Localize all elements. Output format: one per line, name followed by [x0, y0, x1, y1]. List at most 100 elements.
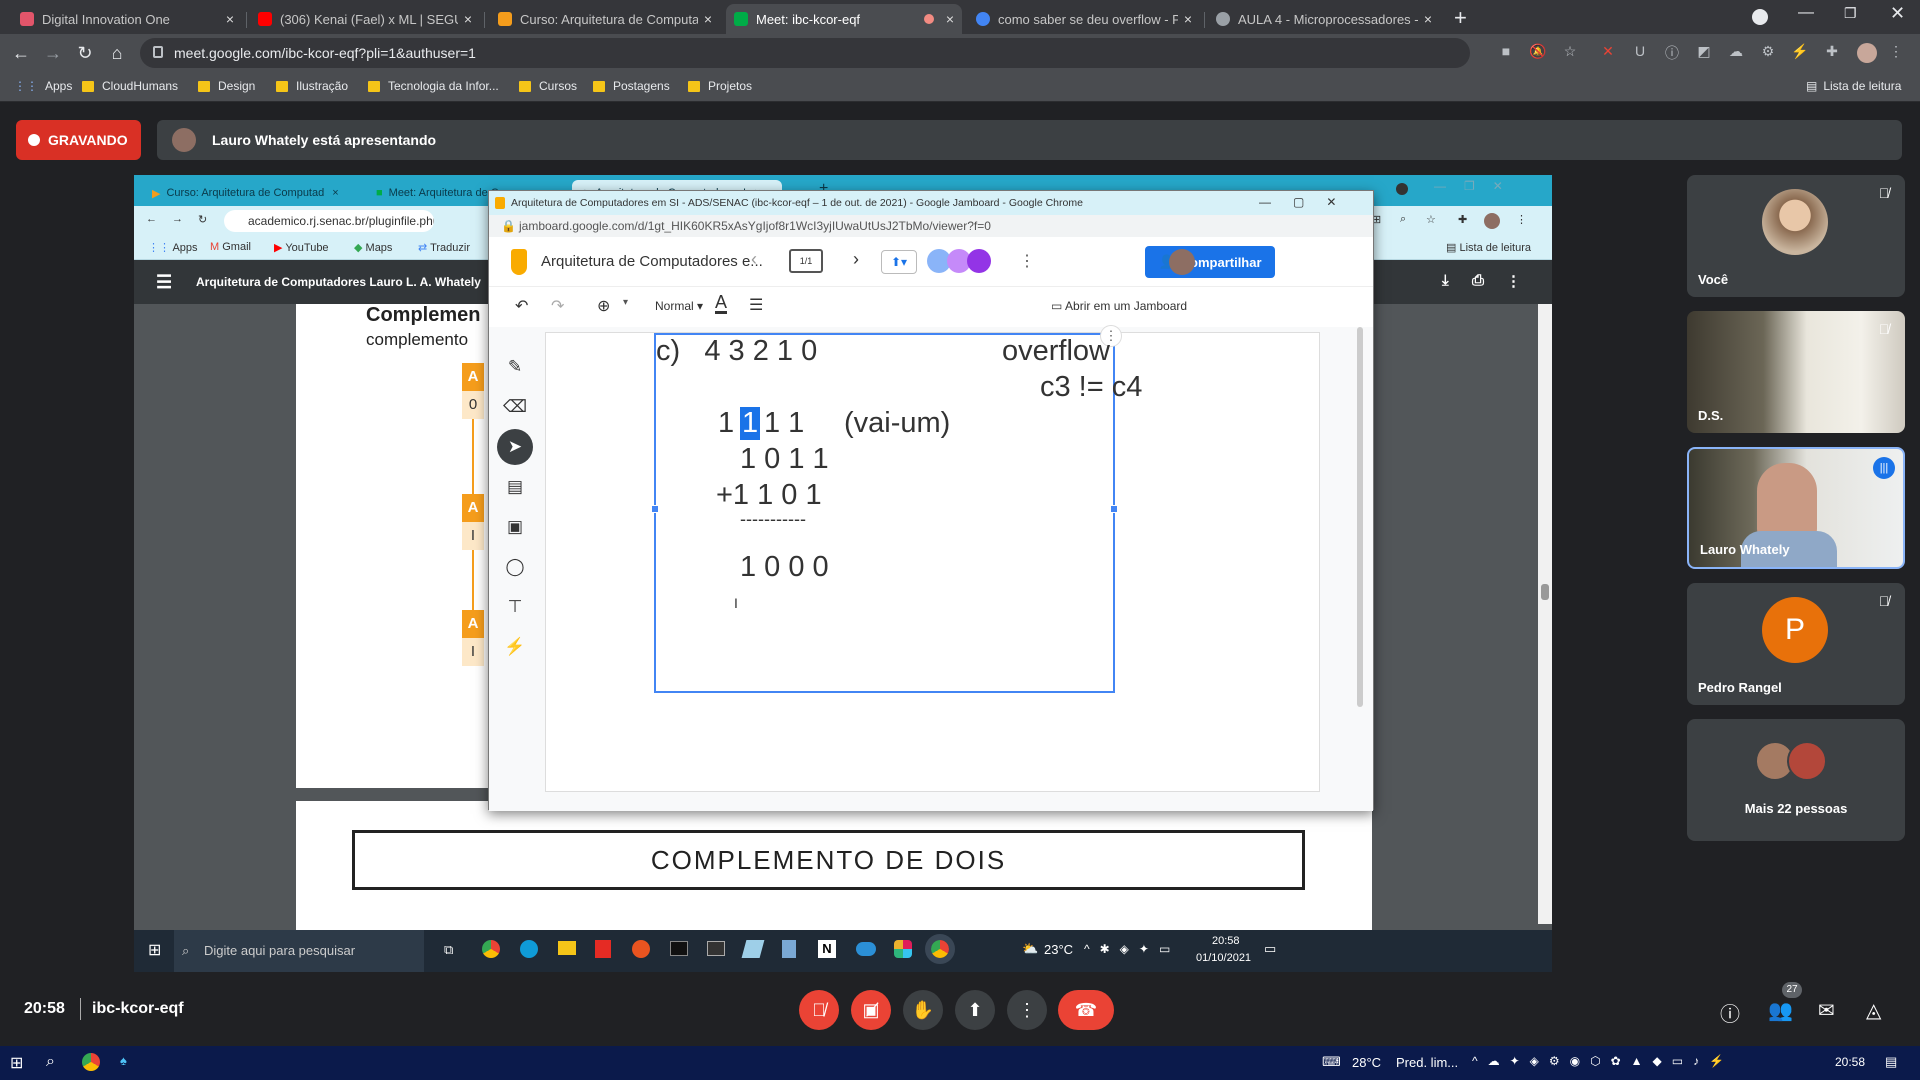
star-icon[interactable]: ☆ — [1561, 43, 1579, 61]
close-icon[interactable]: × — [704, 11, 712, 27]
close-icon[interactable]: × — [464, 11, 472, 27]
tab-overflow[interactable]: como saber se deu overflow - Pe × — [968, 4, 1200, 34]
home-icon[interactable]: ⌂ — [106, 43, 128, 64]
extension-icon[interactable]: ☁ — [1727, 43, 1745, 61]
download-icon: ⤓ — [1442, 272, 1449, 289]
moodle-icon — [498, 12, 512, 26]
meet-icon — [734, 12, 748, 26]
avatar — [1787, 741, 1827, 781]
close-icon[interactable]: × — [1184, 11, 1192, 27]
lock-icon: 🔒 — [501, 219, 516, 233]
kebab-menu-icon[interactable]: ⋮ — [1887, 43, 1905, 61]
profile-menu-icon[interactable] — [1752, 9, 1768, 25]
bookmark-youtube: ▶ YouTube — [274, 242, 329, 254]
align-icon: ☰ — [749, 297, 764, 314]
jamboard-logo-icon — [511, 249, 527, 275]
extension-icon[interactable]: ✕ — [1599, 43, 1617, 61]
participant-tile-you[interactable]: 🎙̸ Você — [1687, 175, 1905, 297]
bookmark-apps: ⋮⋮ Apps — [148, 242, 198, 254]
prev-frame-icon: ‹ — [751, 249, 757, 269]
record-dot-icon — [28, 134, 40, 146]
tray-icons: ^✱◈✦▭ — [1084, 942, 1181, 956]
reload-icon[interactable]: ↻ — [74, 43, 96, 64]
camera-toggle-button[interactable]: ▣̸ — [851, 990, 891, 1030]
more-options-button[interactable]: ⋮ — [1007, 990, 1047, 1030]
tab-meet[interactable]: Meet: ibc-kcor-eqf × — [726, 4, 962, 34]
participants-icon[interactable]: 👥 — [1768, 998, 1793, 1023]
notifications-off-icon[interactable]: 🔕 — [1529, 43, 1547, 61]
tray-icons: ^☁✦◈⚙◉⬡✿▲◆▭♪⚡ — [1472, 1054, 1735, 1068]
browser-tab-bar: Digital Innovation One × (306) Kenai (Fae… — [0, 0, 1920, 34]
raise-hand-button[interactable]: ✋ — [903, 990, 943, 1030]
tab-youtube[interactable]: (306) Kenai (Fael) x ML | SEGUND× — [250, 4, 480, 34]
window-controls: —❐✕ — [1434, 179, 1521, 193]
camera-icon[interactable]: ■ — [1497, 43, 1515, 61]
participants-count-badge: 27 — [1782, 982, 1802, 998]
extension-icon[interactable]: U — [1631, 43, 1649, 61]
eraser-icon: ⌫ — [502, 397, 528, 416]
menu-icon: ☰ — [156, 272, 173, 292]
bookmark-cursos[interactable]: Cursos — [519, 79, 577, 93]
participant-tile-lauro[interactable]: ||| Lauro Whately — [1687, 447, 1905, 569]
bookmarks-bar: ⋮⋮ Apps CloudHumans Design Ilustração Tec… — [0, 72, 1920, 102]
avatar: P — [1762, 597, 1828, 663]
mic-toggle-button[interactable]: 🎙̸ — [799, 990, 839, 1030]
ubuntu-icon — [632, 940, 650, 958]
extension-icon[interactable]: ⓘ — [1663, 43, 1681, 61]
extension-icon[interactable]: ⚡ — [1791, 43, 1809, 61]
mic-off-icon: 🎙̸ — [1878, 593, 1890, 609]
close-icon[interactable]: × — [1424, 11, 1432, 27]
tab-curso[interactable]: Curso: Arquitetura de Computad × — [490, 4, 720, 34]
end-call-button[interactable]: ☎ — [1058, 990, 1114, 1030]
close-icon[interactable]: × — [226, 11, 234, 27]
present-screen-button[interactable]: ⬆ — [955, 990, 995, 1030]
back-icon[interactable]: ← — [10, 43, 32, 64]
restore-button[interactable]: ❐ — [1844, 5, 1857, 22]
settings-icon[interactable]: ⚙ — [1759, 43, 1777, 61]
bookmark-projetos[interactable]: Projetos — [688, 79, 752, 93]
bookmark-tecnologia[interactable]: Tecnologia da Infor... — [368, 79, 499, 93]
selection-handle — [1110, 505, 1118, 513]
participant-tile-ds[interactable]: 🎙̸ D.S. — [1687, 311, 1905, 433]
bookmark-design[interactable]: Design — [198, 79, 255, 93]
diagram-label: A — [462, 494, 484, 522]
acrobat-icon — [595, 940, 611, 958]
reading-list[interactable]: ▤ Lista de leitura — [1806, 79, 1901, 93]
share-button: 👤 Compartilhar — [1145, 246, 1275, 278]
avatar[interactable] — [1857, 43, 1877, 63]
avatar — [1169, 249, 1195, 275]
notification-icon[interactable]: ▤ — [1885, 1054, 1897, 1070]
avatar — [1484, 213, 1500, 229]
participant-tile-pedro[interactable]: P 🎙̸ Pedro Rangel — [1687, 583, 1905, 705]
speaking-indicator-icon: ||| — [1873, 457, 1895, 479]
bookmark-ilustracao[interactable]: Ilustração — [276, 79, 348, 93]
weather-text: Pred. lim... — [1396, 1055, 1459, 1070]
pdf-title: Arquitetura de Computadores Lauro L. A. … — [196, 275, 481, 289]
info-icon[interactable]: ⓘ — [1720, 998, 1740, 1027]
minimize-button[interactable]: — — [1798, 4, 1814, 22]
app-icon[interactable]: ♠ — [120, 1053, 127, 1068]
bookmark-cloudhumans[interactable]: CloudHumans — [82, 79, 178, 93]
chat-icon[interactable]: ✉ — [1818, 998, 1835, 1023]
diagram-value: I — [462, 522, 484, 550]
puzzle-icon[interactable]: ✚ — [1823, 43, 1841, 61]
windows-start-icon[interactable]: ⊞ — [10, 1053, 23, 1073]
search-icon: ⌕ — [182, 943, 190, 958]
extension-icon[interactable]: ◩ — [1695, 43, 1713, 61]
new-tab-button[interactable]: + — [1454, 5, 1467, 31]
participant-tile-more[interactable]: Mais 22 pessoas — [1687, 719, 1905, 841]
search-icon[interactable]: ⌕ — [46, 1053, 55, 1071]
url-field[interactable]: meet.google.com/ibc-kcor-eqf?pli=1&authu… — [140, 38, 1470, 68]
tab-digital-innovation[interactable]: Digital Innovation One × — [12, 4, 242, 34]
activities-icon[interactable]: ◬ — [1866, 998, 1881, 1023]
close-icon[interactable]: × — [946, 11, 954, 27]
scrollbar — [1538, 304, 1552, 924]
chrome-icon[interactable] — [82, 1053, 100, 1071]
folder-icon — [198, 80, 210, 92]
bookmark-postagens[interactable]: Postagens — [593, 79, 670, 93]
tab-aula4[interactable]: AULA 4 - Microprocessadores - C × — [1208, 4, 1440, 34]
avatar — [1762, 189, 1828, 255]
bookmark-apps[interactable]: ⋮⋮ Apps — [14, 79, 72, 93]
forward-icon[interactable]: → — [42, 43, 64, 64]
close-window-button[interactable]: ✕ — [1890, 3, 1905, 24]
